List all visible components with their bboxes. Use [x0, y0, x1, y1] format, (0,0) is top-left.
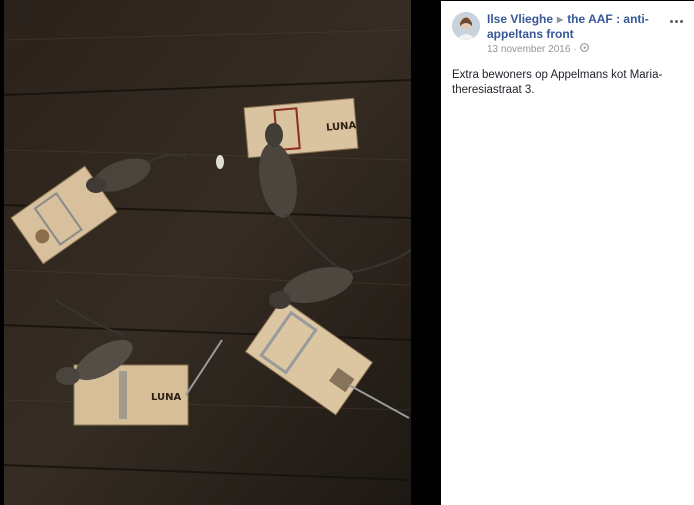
photo-viewer: LUNA LUNA — [0, 0, 440, 505]
wooden-floor — [4, 0, 411, 505]
photo-scene: LUNA LUNA — [4, 0, 411, 505]
post-sidebar: Ilse Vlieghe ▶ the AAF : anti-appeltans fr… — [441, 1, 694, 505]
post-date[interactable]: 13 november 2016 — [487, 44, 570, 55]
mouse-trap: LUNA — [243, 97, 359, 159]
more-dots-icon[interactable] — [670, 16, 684, 26]
post-meta: 13 november 2016 · — [487, 43, 589, 55]
avatar[interactable] — [452, 12, 480, 40]
cheese-piece — [216, 155, 224, 169]
post-photo[interactable]: LUNA LUNA — [4, 0, 411, 505]
date-separator: · — [573, 43, 577, 55]
right-triangle-icon: ▶ — [557, 15, 564, 24]
post-text: Extra bewoners op Appelmans kot Maria-th… — [452, 69, 663, 96]
globe-icon[interactable] — [579, 43, 589, 55]
author-link[interactable]: Ilse Vlieghe — [487, 12, 553, 26]
svg-text:LUNA: LUNA — [151, 392, 182, 403]
user-avatar-icon — [452, 12, 480, 40]
post-header: Ilse Vlieghe ▶ the AAF : anti-appeltans fr… — [487, 12, 667, 42]
